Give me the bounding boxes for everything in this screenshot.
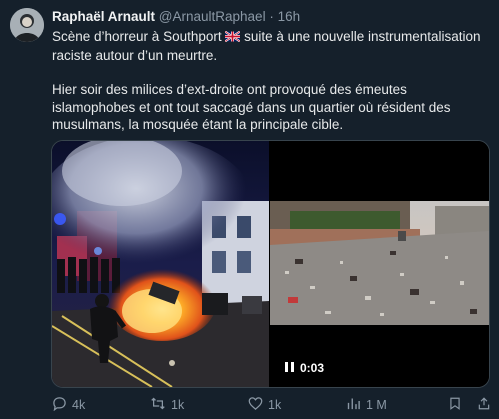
avatar[interactable] bbox=[10, 8, 44, 42]
tweet-text: Scène d’horreur à Southport suite à une … bbox=[52, 28, 482, 134]
uk-flag-icon bbox=[224, 29, 241, 47]
action-bar: 4k 1k 1k 1 M bbox=[52, 396, 492, 414]
reply-icon bbox=[52, 396, 67, 414]
reply-count: 4k bbox=[72, 398, 86, 412]
repost-count: 1k bbox=[171, 398, 185, 412]
like-count: 1k bbox=[268, 398, 282, 412]
tweet-header: Raphaël Arnault @ArnaultRaphael · 16h bbox=[52, 9, 300, 24]
repost-icon bbox=[150, 396, 166, 414]
like-button[interactable]: 1k bbox=[248, 396, 281, 414]
video-duration: 0:03 bbox=[300, 361, 325, 375]
bookmark-icon bbox=[448, 396, 462, 414]
bookmark-button[interactable] bbox=[448, 396, 462, 414]
views-count: 1 M bbox=[366, 398, 387, 412]
riot-photo[interactable] bbox=[52, 141, 269, 387]
tweet-paragraph-2: Hier soir des milices d’ext-droite ont p… bbox=[52, 82, 451, 132]
video-duration-badge[interactable]: 0:03 bbox=[278, 358, 331, 378]
repost-button[interactable]: 1k bbox=[150, 396, 184, 414]
video-player[interactable]: 0:03 bbox=[270, 141, 489, 387]
tweet-line1-start: Scène d’horreur à Southport bbox=[52, 29, 226, 44]
author-name[interactable]: Raphaël Arnault bbox=[52, 9, 155, 24]
share-icon bbox=[477, 396, 491, 414]
separator-dot: · bbox=[269, 9, 274, 24]
views-chart-icon bbox=[346, 396, 361, 414]
reply-button[interactable]: 4k bbox=[52, 396, 85, 414]
share-button[interactable] bbox=[477, 396, 491, 414]
tweet[interactable]: Raphaël Arnault @ArnaultRaphael · 16h Sc… bbox=[0, 0, 499, 419]
tweet-time[interactable]: 16h bbox=[278, 9, 301, 24]
media-grid[interactable]: 0:03 bbox=[51, 140, 490, 388]
video-thumbnail[interactable] bbox=[270, 201, 489, 325]
author-handle[interactable]: @ArnaultRaphael bbox=[159, 9, 266, 24]
pause-icon[interactable] bbox=[285, 361, 294, 375]
views-button[interactable]: 1 M bbox=[346, 396, 387, 414]
heart-icon bbox=[248, 396, 263, 414]
